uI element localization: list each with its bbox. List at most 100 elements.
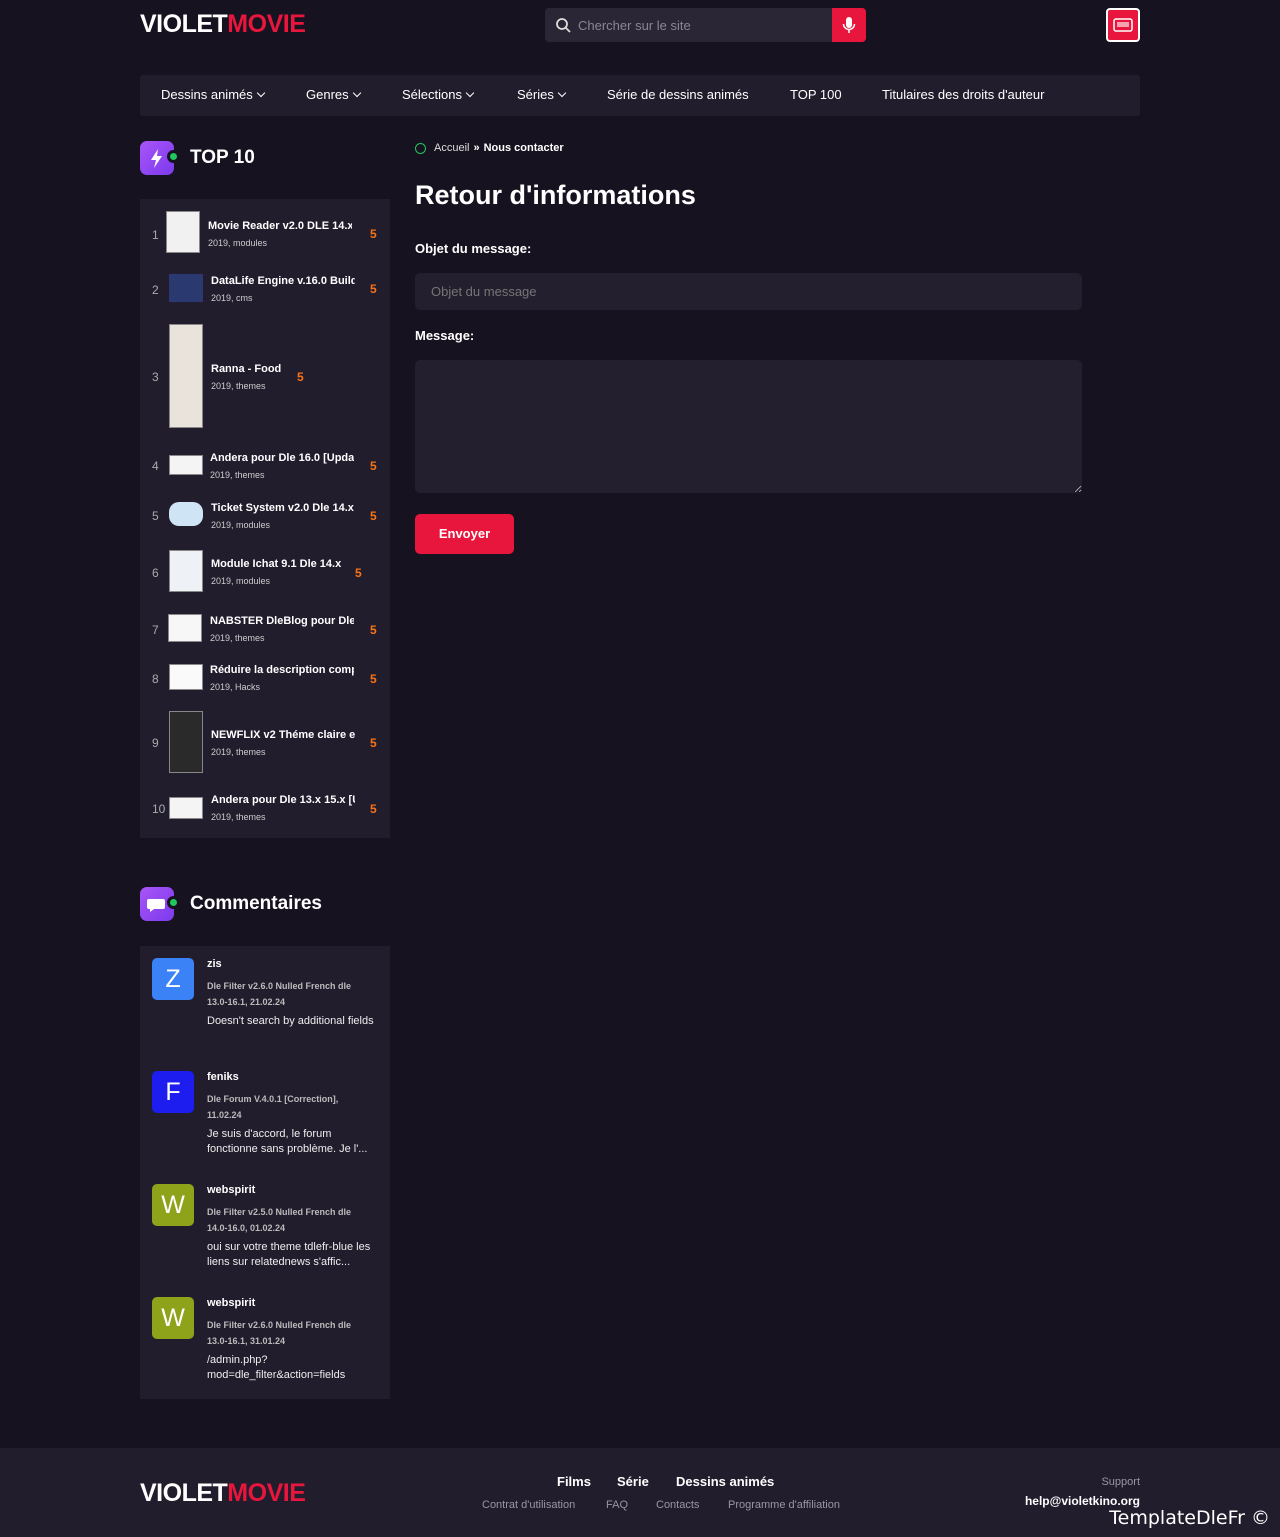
top10-item[interactable]: 1 Movie Reader v2.0 DLE 14.x 2019, modul… xyxy=(140,209,390,254)
nav-label: Titulaires des droits d'auteur xyxy=(882,87,1045,102)
rank-number: 5 xyxy=(152,509,159,523)
nav-label: TOP 100 xyxy=(790,87,842,102)
message-textarea[interactable] xyxy=(415,360,1082,493)
nav-copyright-holders[interactable]: Titulaires des droits d'auteur xyxy=(882,87,1044,102)
site-logo[interactable]: VIOLETMOVIE xyxy=(140,10,306,39)
comment-author: webspirit xyxy=(207,1184,256,1196)
microphone-icon xyxy=(842,17,856,33)
rank-number: 3 xyxy=(152,370,159,384)
comment-item[interactable]: Z zis Dle Filter v2.6.0 Nulled French dl… xyxy=(152,958,382,1058)
item-rating: 5 xyxy=(370,623,377,637)
chevron-down-icon xyxy=(557,88,567,98)
top10-list: 1 Movie Reader v2.0 DLE 14.x 2019, modul… xyxy=(140,199,390,838)
breadcrumb: Accueil » Nous contacter xyxy=(415,142,564,154)
watermark: TemplateDleFr © xyxy=(1109,1507,1270,1529)
comments-heading: Commentaires xyxy=(140,887,322,921)
item-meta: 2019, themes xyxy=(211,747,266,757)
avatar: W xyxy=(152,1297,194,1339)
top10-item[interactable]: 4 Andera pour Dle 16.0 [Update 2019, the… xyxy=(140,445,390,485)
support-email[interactable]: help@violetkino.org xyxy=(1025,1494,1140,1508)
comment-text: /admin.php?mod=dle_filter&action=fields xyxy=(207,1354,346,1381)
top10-item[interactable]: 5 Ticket System v2.0 Dle 14.x 2019, modu… xyxy=(140,497,390,537)
rank-number: 10 xyxy=(152,802,166,816)
footer-link-terms[interactable]: Contrat d'utilisation xyxy=(482,1499,575,1511)
comment-text: Je suis d'accord, le forum fonctionne sa… xyxy=(207,1128,368,1155)
comment-text: Doesn't search by additional fields xyxy=(207,1015,374,1027)
rank-number: 6 xyxy=(152,566,159,580)
item-rating: 5 xyxy=(370,227,377,241)
item-meta: 2019, Hacks xyxy=(210,682,261,692)
item-title: DataLife Engine v.16.0 Build xyxy=(211,275,355,287)
footer-logo[interactable]: VIOLETMOVIE xyxy=(140,1479,306,1508)
nav-top100[interactable]: TOP 100 xyxy=(790,87,842,102)
avatar: F xyxy=(152,1071,194,1113)
top10-item[interactable]: 6 Module Ichat 9.1 Dle 14.x 2019, module… xyxy=(140,548,390,594)
nav-cartoon-series[interactable]: Série de dessins animés xyxy=(607,87,749,102)
nav-series[interactable]: Séries xyxy=(517,87,567,102)
login-button[interactable] xyxy=(1106,8,1140,42)
item-thumbnail xyxy=(169,664,203,690)
rank-number: 9 xyxy=(152,736,159,750)
top10-item[interactable]: 2 DataLife Engine v.16.0 Build 2019, cms… xyxy=(140,269,390,309)
rank-number: 4 xyxy=(152,459,159,473)
search-icon xyxy=(556,18,571,33)
comment-item[interactable]: W webspirit Dle Filter v2.5.0 Nulled Fre… xyxy=(152,1184,382,1284)
item-title: Andera pour Dle 13.x 15.x [Update xyxy=(211,794,355,806)
circle-icon xyxy=(415,142,426,154)
comment-item[interactable]: W webspirit Dle Filter v2.6.0 Nulled Fre… xyxy=(152,1297,382,1397)
item-title: Ticket System v2.0 Dle 14.x xyxy=(211,502,354,514)
send-button[interactable]: Envoyer xyxy=(415,514,514,554)
breadcrumb-home[interactable]: Accueil xyxy=(434,142,469,154)
avatar: W xyxy=(152,1184,194,1226)
item-meta: 2019, cms xyxy=(211,293,253,303)
item-meta: 2019, modules xyxy=(211,520,271,530)
rank-number: 8 xyxy=(152,672,159,686)
item-title: NABSTER DleBlog pour Dle xyxy=(210,615,354,627)
rank-number: 2 xyxy=(152,283,159,297)
item-thumbnail xyxy=(168,614,202,642)
search-input[interactable] xyxy=(578,8,828,42)
top10-title: TOP 10 xyxy=(190,147,255,168)
subject-input[interactable] xyxy=(415,273,1082,310)
top10-item[interactable]: 3 Ranna - Food 2019, themes 5 xyxy=(140,323,390,429)
logo-part-2: MOVIE xyxy=(227,1479,306,1507)
voice-search-button[interactable] xyxy=(832,8,866,42)
top10-heading: TOP 10 xyxy=(140,141,255,175)
nav-selections[interactable]: Sélections xyxy=(402,87,475,102)
top10-item[interactable]: 10 Andera pour Dle 13.x 15.x [Update 201… xyxy=(140,789,390,829)
item-title: Réduire la description complète xyxy=(210,664,354,676)
item-thumbnail xyxy=(169,274,203,302)
nav-genres[interactable]: Genres xyxy=(306,87,361,102)
nav-cartoons[interactable]: Dessins animés xyxy=(161,87,266,102)
chevron-down-icon xyxy=(256,88,266,98)
item-thumbnail xyxy=(169,797,203,819)
breadcrumb-current: Nous contacter xyxy=(483,142,564,154)
item-meta: 2019, modules xyxy=(208,238,268,248)
footer-link-cartoons[interactable]: Dessins animés xyxy=(676,1474,774,1489)
item-title: Ranna - Food xyxy=(211,363,282,375)
rank-number: 1 xyxy=(152,228,159,242)
item-rating: 5 xyxy=(297,370,304,384)
footer-link-affiliate[interactable]: Programme d'affiliation xyxy=(728,1499,840,1511)
footer-link-faq[interactable]: FAQ xyxy=(606,1499,628,1511)
footer-link-contacts[interactable]: Contacts xyxy=(656,1499,699,1511)
item-rating: 5 xyxy=(355,566,362,580)
lightning-icon xyxy=(140,141,180,175)
comment-source: Dle Filter v2.6.0 Nulled French dle 13.0… xyxy=(207,981,352,1007)
comment-author: webspirit xyxy=(207,1297,256,1309)
footer: VIOLETMOVIE Films Série Dessins animés C… xyxy=(0,1448,1280,1537)
main-nav: Dessins animés Genres Sélections Séries … xyxy=(140,75,1140,116)
logo-part-1: VIOLET xyxy=(140,10,228,38)
item-rating: 5 xyxy=(370,672,377,686)
comment-text: oui sur votre theme tdlefr-blue les lien… xyxy=(207,1241,371,1268)
footer-link-series[interactable]: Série xyxy=(617,1474,649,1489)
top10-item[interactable]: 7 NABSTER DleBlog pour Dle 2019, themes … xyxy=(140,609,390,649)
nav-label: Genres xyxy=(306,87,349,102)
top10-item[interactable]: 8 Réduire la description complète 2019, … xyxy=(140,659,390,699)
top10-item[interactable]: 9 NEWFLIX v2 Théme claire et sombre 2019… xyxy=(140,711,390,773)
item-title: Movie Reader v2.0 DLE 14.x xyxy=(208,220,352,232)
footer-link-films[interactable]: Films xyxy=(557,1474,591,1489)
logo-part-2: MOVIE xyxy=(227,10,306,38)
user-card-icon xyxy=(1113,18,1133,32)
comment-item[interactable]: F feniks Dle Forum V.4.0.1 [Correction],… xyxy=(152,1071,382,1171)
